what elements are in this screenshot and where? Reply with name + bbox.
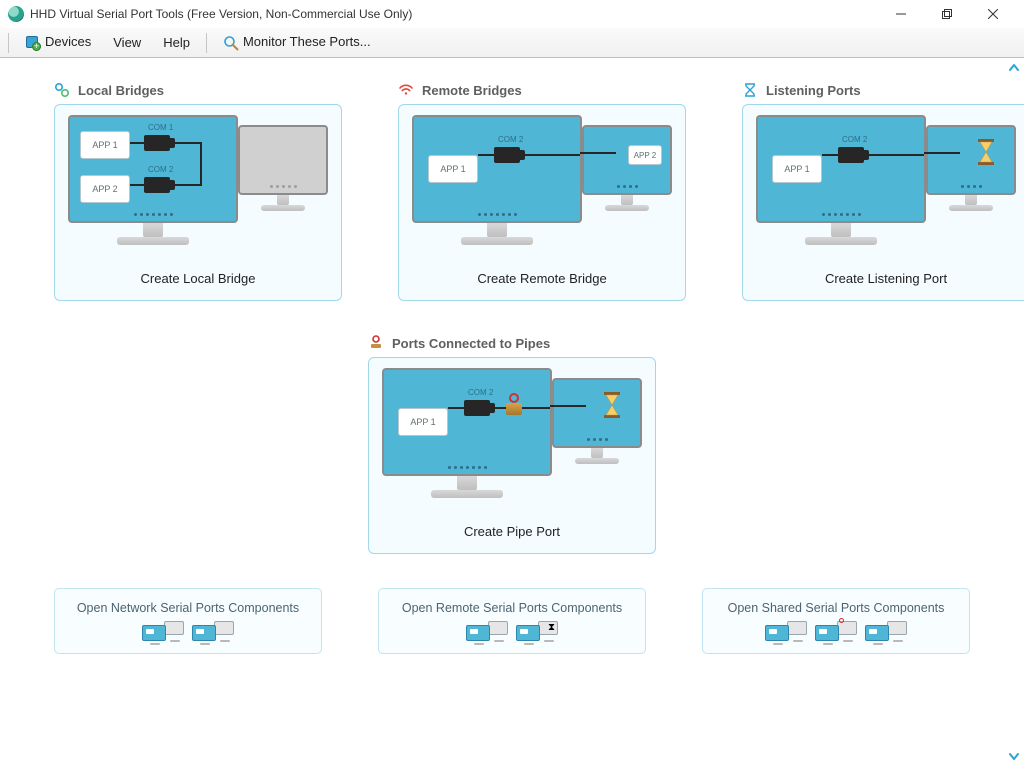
section-listening-ports: Listening Ports APP 1 COM 2 bbox=[742, 82, 1024, 301]
menu-monitor-ports[interactable]: Monitor These Ports... bbox=[213, 30, 381, 55]
tile-open-shared-components[interactable]: Open Shared Serial Ports Components bbox=[702, 588, 970, 654]
hourglass-icon bbox=[976, 139, 996, 165]
section-title-local: Local Bridges bbox=[78, 83, 164, 98]
section-title-listening: Listening Ports bbox=[766, 83, 861, 98]
mini-icons bbox=[142, 621, 234, 643]
scroll-up-arrow[interactable] bbox=[1006, 62, 1022, 74]
monitor-back bbox=[926, 125, 1016, 195]
tile-label: Create Remote Bridge bbox=[477, 271, 606, 286]
tile-thumb: APP 1 APP 2 COM 1 COM 2 bbox=[68, 115, 328, 255]
toolbar-separator bbox=[8, 33, 9, 53]
window-title: HHD Virtual Serial Port Tools (Free Vers… bbox=[30, 7, 412, 21]
mini-icons bbox=[765, 621, 907, 643]
mini-icons: ⧗ bbox=[466, 621, 558, 643]
tile-thumb: APP 1 COM 2 bbox=[756, 115, 1016, 255]
com2-label: COM 2 bbox=[498, 135, 523, 144]
toolbar: + Devices View Help Monitor These Ports..… bbox=[0, 28, 1024, 58]
monitor-front: APP 1 COM 2 bbox=[756, 115, 926, 223]
monitor-front: APP 1 COM 2 bbox=[412, 115, 582, 223]
tile-label: Create Pipe Port bbox=[464, 524, 560, 539]
monitor-front: APP 1 COM 2 bbox=[382, 368, 552, 476]
com2-label: COM 2 bbox=[468, 388, 493, 397]
monitor-front: APP 1 APP 2 COM 1 COM 2 bbox=[68, 115, 238, 223]
monitor-back bbox=[552, 378, 642, 448]
tile-label: Create Listening Port bbox=[825, 271, 947, 286]
app1-box: APP 1 bbox=[428, 155, 478, 183]
menu-monitor-label: Monitor These Ports... bbox=[243, 34, 371, 49]
app1-box: APP 1 bbox=[772, 155, 822, 183]
tile-thumb: APP 1 COM 2 bbox=[382, 368, 642, 508]
maximize-button[interactable] bbox=[924, 0, 970, 28]
com-port bbox=[494, 147, 520, 163]
section-header-listening: Listening Ports bbox=[742, 82, 1024, 98]
app2-box: APP 2 bbox=[80, 175, 130, 203]
titlebar: HHD Virtual Serial Port Tools (Free Vers… bbox=[0, 0, 1024, 28]
menu-help[interactable]: Help bbox=[153, 31, 200, 54]
menu-devices[interactable]: + Devices bbox=[15, 30, 101, 55]
menu-view[interactable]: View bbox=[103, 31, 151, 54]
section-title-remote: Remote Bridges bbox=[422, 83, 522, 98]
com-port bbox=[144, 135, 170, 151]
window-controls bbox=[878, 0, 1016, 28]
devices-icon: + bbox=[25, 35, 41, 51]
tile-label: Open Shared Serial Ports Components bbox=[728, 601, 945, 615]
valve-icon bbox=[368, 335, 384, 351]
section-remote-bridges: Remote Bridges APP 2 APP 1 COM 2 bbox=[398, 82, 686, 301]
tile-label: Open Network Serial Ports Components bbox=[77, 601, 299, 615]
app-icon bbox=[8, 6, 24, 22]
com-port bbox=[464, 400, 490, 416]
tile-create-pipe-port[interactable]: APP 1 COM 2 Create Pipe Port bbox=[368, 357, 656, 554]
com-port bbox=[838, 147, 864, 163]
tile-create-remote-bridge[interactable]: APP 2 APP 1 COM 2 bbox=[398, 104, 686, 301]
wifi-icon bbox=[398, 82, 414, 98]
tile-label: Open Remote Serial Ports Components bbox=[402, 601, 622, 615]
com2-label: COM 2 bbox=[148, 165, 173, 174]
close-button[interactable] bbox=[970, 0, 1016, 28]
section-header-remote: Remote Bridges bbox=[398, 82, 686, 98]
link-icon bbox=[54, 82, 70, 98]
monitor-back: APP 2 bbox=[582, 125, 672, 195]
monitor-back bbox=[238, 125, 328, 195]
search-icon bbox=[223, 35, 239, 51]
section-header-pipe: Ports Connected to Pipes bbox=[368, 335, 656, 351]
hourglass-icon bbox=[742, 82, 758, 98]
section-header-local: Local Bridges bbox=[54, 82, 342, 98]
menu-devices-label: Devices bbox=[45, 34, 91, 49]
menu-help-label: Help bbox=[163, 35, 190, 50]
components-row: Open Network Serial Ports Components Ope… bbox=[54, 588, 970, 654]
app2-box: APP 2 bbox=[628, 145, 662, 165]
section-title-pipe: Ports Connected to Pipes bbox=[392, 336, 550, 351]
com-port bbox=[144, 177, 170, 193]
tile-open-remote-components[interactable]: Open Remote Serial Ports Components ⧗ bbox=[378, 588, 646, 654]
section-pipe-ports: Ports Connected to Pipes APP 1 COM bbox=[368, 335, 656, 554]
com2-label: COM 2 bbox=[842, 135, 867, 144]
main-canvas: Local Bridges APP 1 APP 2 COM 1 bbox=[0, 58, 1024, 768]
app1-box: APP 1 bbox=[80, 131, 130, 159]
tile-create-listening-port[interactable]: APP 1 COM 2 Create Listening Port bbox=[742, 104, 1024, 301]
tile-thumb: APP 2 APP 1 COM 2 bbox=[412, 115, 672, 255]
com1-label: COM 1 bbox=[148, 123, 173, 132]
menu-view-label: View bbox=[113, 35, 141, 50]
toolbar-separator bbox=[206, 33, 207, 53]
valve-icon bbox=[506, 399, 522, 415]
minimize-button[interactable] bbox=[878, 0, 924, 28]
tile-open-network-components[interactable]: Open Network Serial Ports Components bbox=[54, 588, 322, 654]
tile-create-local-bridge[interactable]: APP 1 APP 2 COM 1 COM 2 bbox=[54, 104, 342, 301]
scroll-down-arrow[interactable] bbox=[1006, 750, 1022, 762]
hourglass-icon bbox=[602, 392, 622, 418]
tile-label: Create Local Bridge bbox=[141, 271, 256, 286]
section-local-bridges: Local Bridges APP 1 APP 2 COM 1 bbox=[54, 82, 342, 301]
app1-box: APP 1 bbox=[398, 408, 448, 436]
